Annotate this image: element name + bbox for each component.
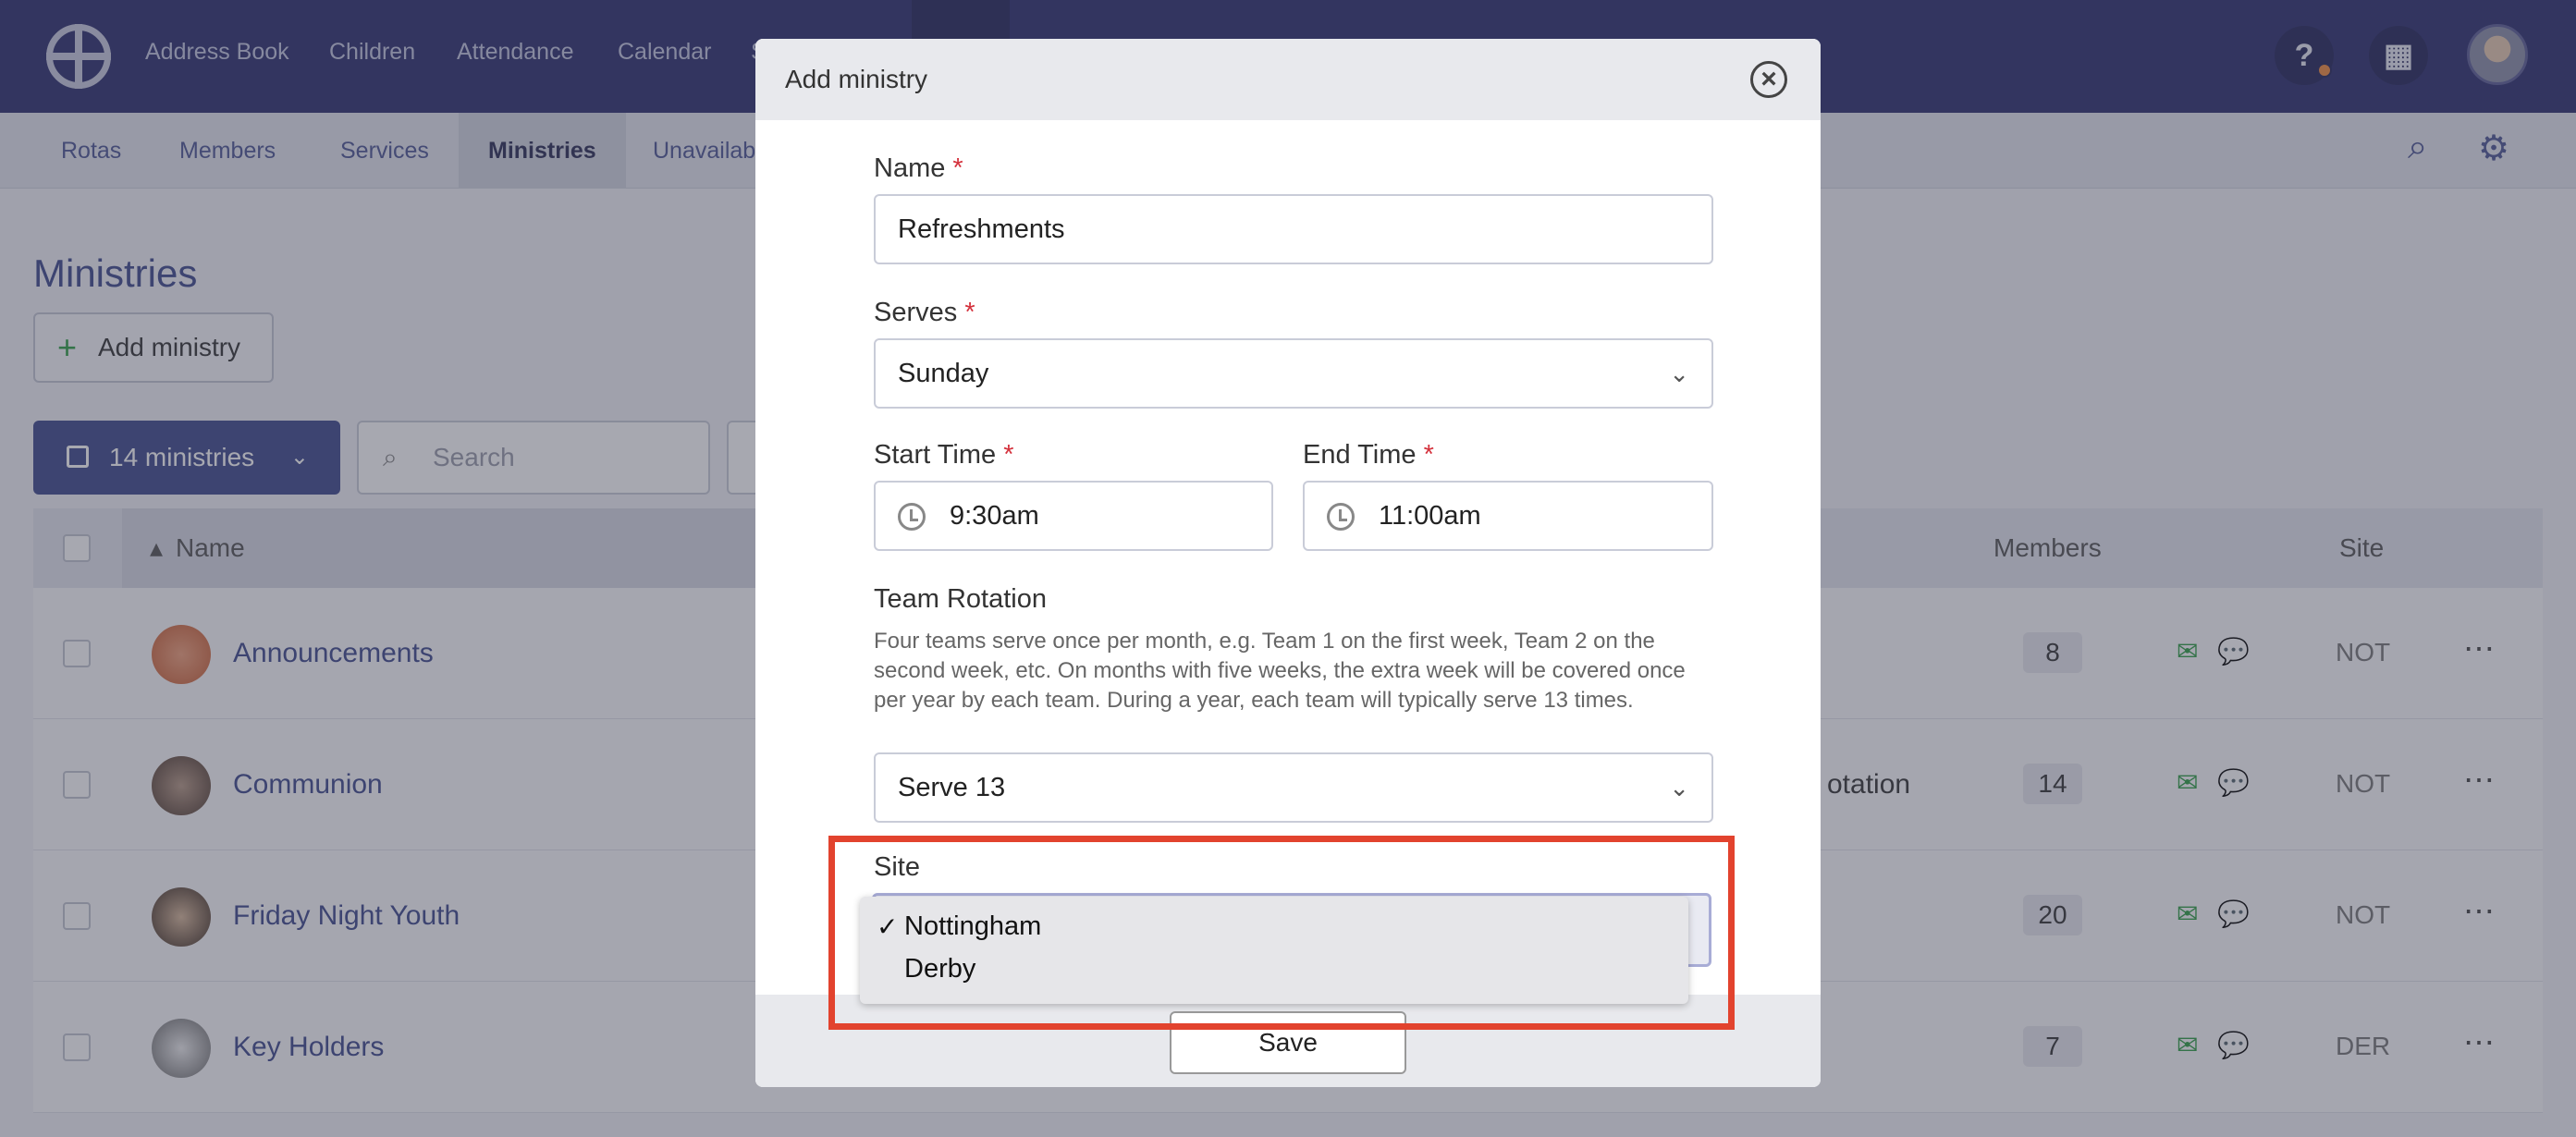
name-input[interactable]: Refreshments xyxy=(874,194,1713,264)
serves-select[interactable]: Sunday ⌄ xyxy=(874,338,1713,409)
team-rotation-select[interactable]: Serve 13 ⌄ xyxy=(874,752,1713,823)
close-icon[interactable]: × xyxy=(1750,61,1787,98)
modal-title: Add ministry xyxy=(785,65,928,93)
end-time-input[interactable]: 11:00am xyxy=(1303,481,1713,551)
start-time-input[interactable]: 9:30am xyxy=(874,481,1273,551)
highlight-box xyxy=(828,836,1735,1030)
chevron-down-icon: ⌄ xyxy=(1669,774,1689,801)
end-time-label: End Time * xyxy=(1303,440,1434,470)
clock-icon xyxy=(898,503,926,531)
modal-header: Add ministry × xyxy=(755,39,1821,120)
team-rotation-label: Team Rotation xyxy=(874,584,1047,614)
clock-icon xyxy=(1327,503,1355,531)
team-rotation-help: Four teams serve once per month, e.g. Te… xyxy=(874,629,1686,713)
chevron-down-icon: ⌄ xyxy=(1669,360,1689,387)
start-time-label: Start Time * xyxy=(874,440,1014,470)
serves-label: Serves * xyxy=(874,298,975,327)
name-label: Name * xyxy=(874,153,963,183)
